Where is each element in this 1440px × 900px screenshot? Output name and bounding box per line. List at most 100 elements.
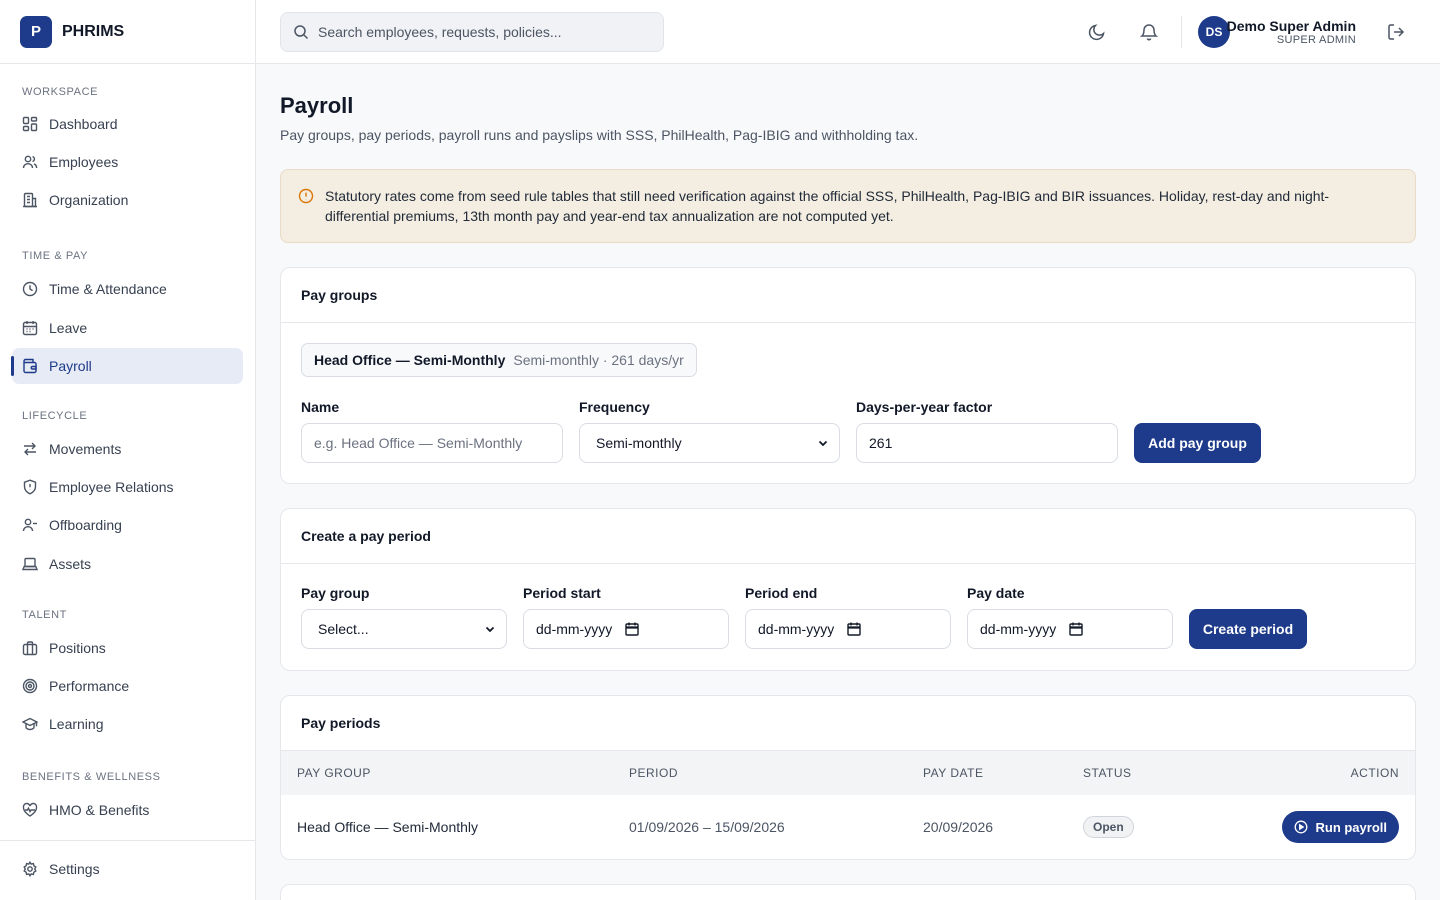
period-start-label: Period start [523,585,601,601]
wallet-icon [23,358,37,374]
period-start-field: Period start dd-mm-yyyy [523,585,729,649]
pay-date-field: Pay date dd-mm-yyyy [967,585,1173,649]
pay-group-value: Select... [318,621,369,637]
sidebar-item-label: Positions [49,640,106,656]
sidebar-item-settings[interactable]: Settings [12,851,243,887]
sidebar-item-label: Settings [49,861,100,877]
pay-group-label: Pay group [301,585,370,601]
sidebar-item-label: HMO & Benefits [49,802,150,818]
column-header-action: ACTION [1217,751,1415,795]
period-end-field: Period end dd-mm-yyyy [745,585,951,649]
search-input[interactable] [318,24,648,40]
sidebar-item-assets[interactable]: Assets [12,546,243,582]
search-box[interactable] [280,12,664,52]
period-start-input[interactable]: dd-mm-yyyy [523,609,729,649]
create-period-card: Create a pay period Pay group Select... … [280,508,1416,671]
shield-alert-icon [23,479,37,495]
card-title: Pay groups [281,268,1415,323]
sidebar-item-leave[interactable]: Leave [12,310,243,346]
gear-icon [23,861,37,877]
warning-alert: Statutory rates come from seed rule tabl… [280,169,1416,243]
section-label-lifecycle: LIFECYCLE [22,410,88,422]
sidebar-item-employee-relations[interactable]: Employee Relations [12,469,243,505]
graduation-cap-icon [22,717,38,731]
sidebar-item-performance[interactable]: Performance [12,668,243,704]
status-badge: Open [1083,816,1134,838]
logout-icon[interactable] [1386,22,1406,42]
factor-label: Days-per-year factor [856,399,993,415]
calendar-icon[interactable] [1069,622,1083,636]
card-title: Create a pay period [281,509,1415,564]
next-card [280,884,1416,900]
date-placeholder: dd-mm-yyyy [536,621,613,637]
frequency-select[interactable]: Semi-monthly [579,423,840,463]
factor-input[interactable]: 261 [856,423,1118,463]
frequency-value: Semi-monthly [596,435,682,451]
page-subtitle: Pay groups, pay periods, payroll runs an… [280,127,919,143]
dashboard-icon [22,116,38,132]
sidebar-item-offboarding[interactable]: Offboarding [12,507,243,543]
pay-group-field: Pay group Select... [301,585,507,649]
sidebar-item-label: Employee Relations [49,479,174,495]
table-row: Head Office — Semi-Monthly 01/09/2026 – … [281,795,1415,859]
sidebar-item-time-attendance[interactable]: Time & Attendance [12,271,243,307]
section-label-workspace: WORKSPACE [22,86,99,98]
sidebar-item-hmo-benefits[interactable]: HMO & Benefits [12,792,243,828]
sidebar-item-organization[interactable]: Organization [12,182,243,218]
avatar[interactable]: DS [1198,16,1230,48]
period-end-input[interactable]: dd-mm-yyyy [745,609,951,649]
sidebar-item-learning[interactable]: Learning [12,706,243,742]
sidebar-item-label: Learning [49,716,104,732]
name-field: Name e.g. Head Office — Semi-Monthly [301,399,563,463]
calendar-icon[interactable] [625,622,639,636]
sidebar-item-dashboard[interactable]: Dashboard [12,106,243,142]
clock-icon [22,281,38,297]
pay-group-chip-detail: Semi-monthly · 261 days/yr [513,352,684,368]
pay-date-input[interactable]: dd-mm-yyyy [967,609,1173,649]
create-period-button[interactable]: Create period [1189,609,1307,649]
chevron-down-icon [485,626,495,633]
section-label-talent: TALENT [22,609,67,621]
calendar-icon[interactable] [847,622,861,636]
target-icon [22,678,38,694]
sidebar-item-label: Movements [49,441,122,457]
sidebar-item-movements[interactable]: Movements [12,431,243,467]
sidebar-item-label: Employees [49,154,119,170]
cell-pay-group: Head Office — Semi-Monthly [297,819,479,835]
laptop-icon [22,557,38,571]
period-end-label: Period end [745,585,818,601]
sidebar-item-payroll[interactable]: Payroll [11,348,243,384]
pay-group-chip[interactable]: Head Office — Semi-Monthly Semi-monthly … [301,343,697,377]
sidebar-item-label: Dashboard [49,116,118,132]
building-icon [23,192,37,208]
card-title: Pay periods [281,696,1415,751]
sidebar-item-positions[interactable]: Positions [12,630,243,666]
sidebar-footer: Settings [0,840,255,900]
run-payroll-label: Run payroll [1315,819,1387,835]
date-placeholder: dd-mm-yyyy [980,621,1057,637]
pay-group-select[interactable]: Select... [301,609,507,649]
info-circle-icon [298,188,314,204]
pay-periods-table: PAY GROUP PERIOD PAY DATE STATUS ACTION … [281,751,1415,859]
app-name: PHRIMS [62,22,125,40]
bell-icon[interactable] [1139,22,1159,42]
briefcase-icon [22,641,38,656]
section-label-benefits: BENEFITS & WELLNESS [22,771,161,783]
name-input[interactable]: e.g. Head Office — Semi-Monthly [301,423,563,463]
topbar-divider [1181,16,1182,48]
user-minus-icon [22,518,37,532]
alert-text: Statutory rates come from seed rule tabl… [325,188,1330,224]
run-payroll-button[interactable]: Run payroll [1282,811,1399,843]
sidebar-item-label: Organization [49,192,129,208]
play-circle-icon [1295,820,1308,834]
brand[interactable]: P PHRIMS [0,0,255,64]
section-label-time-pay: TIME & PAY [22,250,89,262]
chevron-down-icon [818,440,828,447]
sidebar-item-employees[interactable]: Employees [12,144,243,180]
moon-icon[interactable] [1087,22,1107,42]
date-placeholder: dd-mm-yyyy [758,621,835,637]
column-header-status: STATUS [1067,751,1217,795]
cell-pay-date: 20/09/2026 [923,819,994,835]
add-pay-group-button[interactable]: Add pay group [1134,423,1261,463]
page-title: Payroll [280,93,354,118]
